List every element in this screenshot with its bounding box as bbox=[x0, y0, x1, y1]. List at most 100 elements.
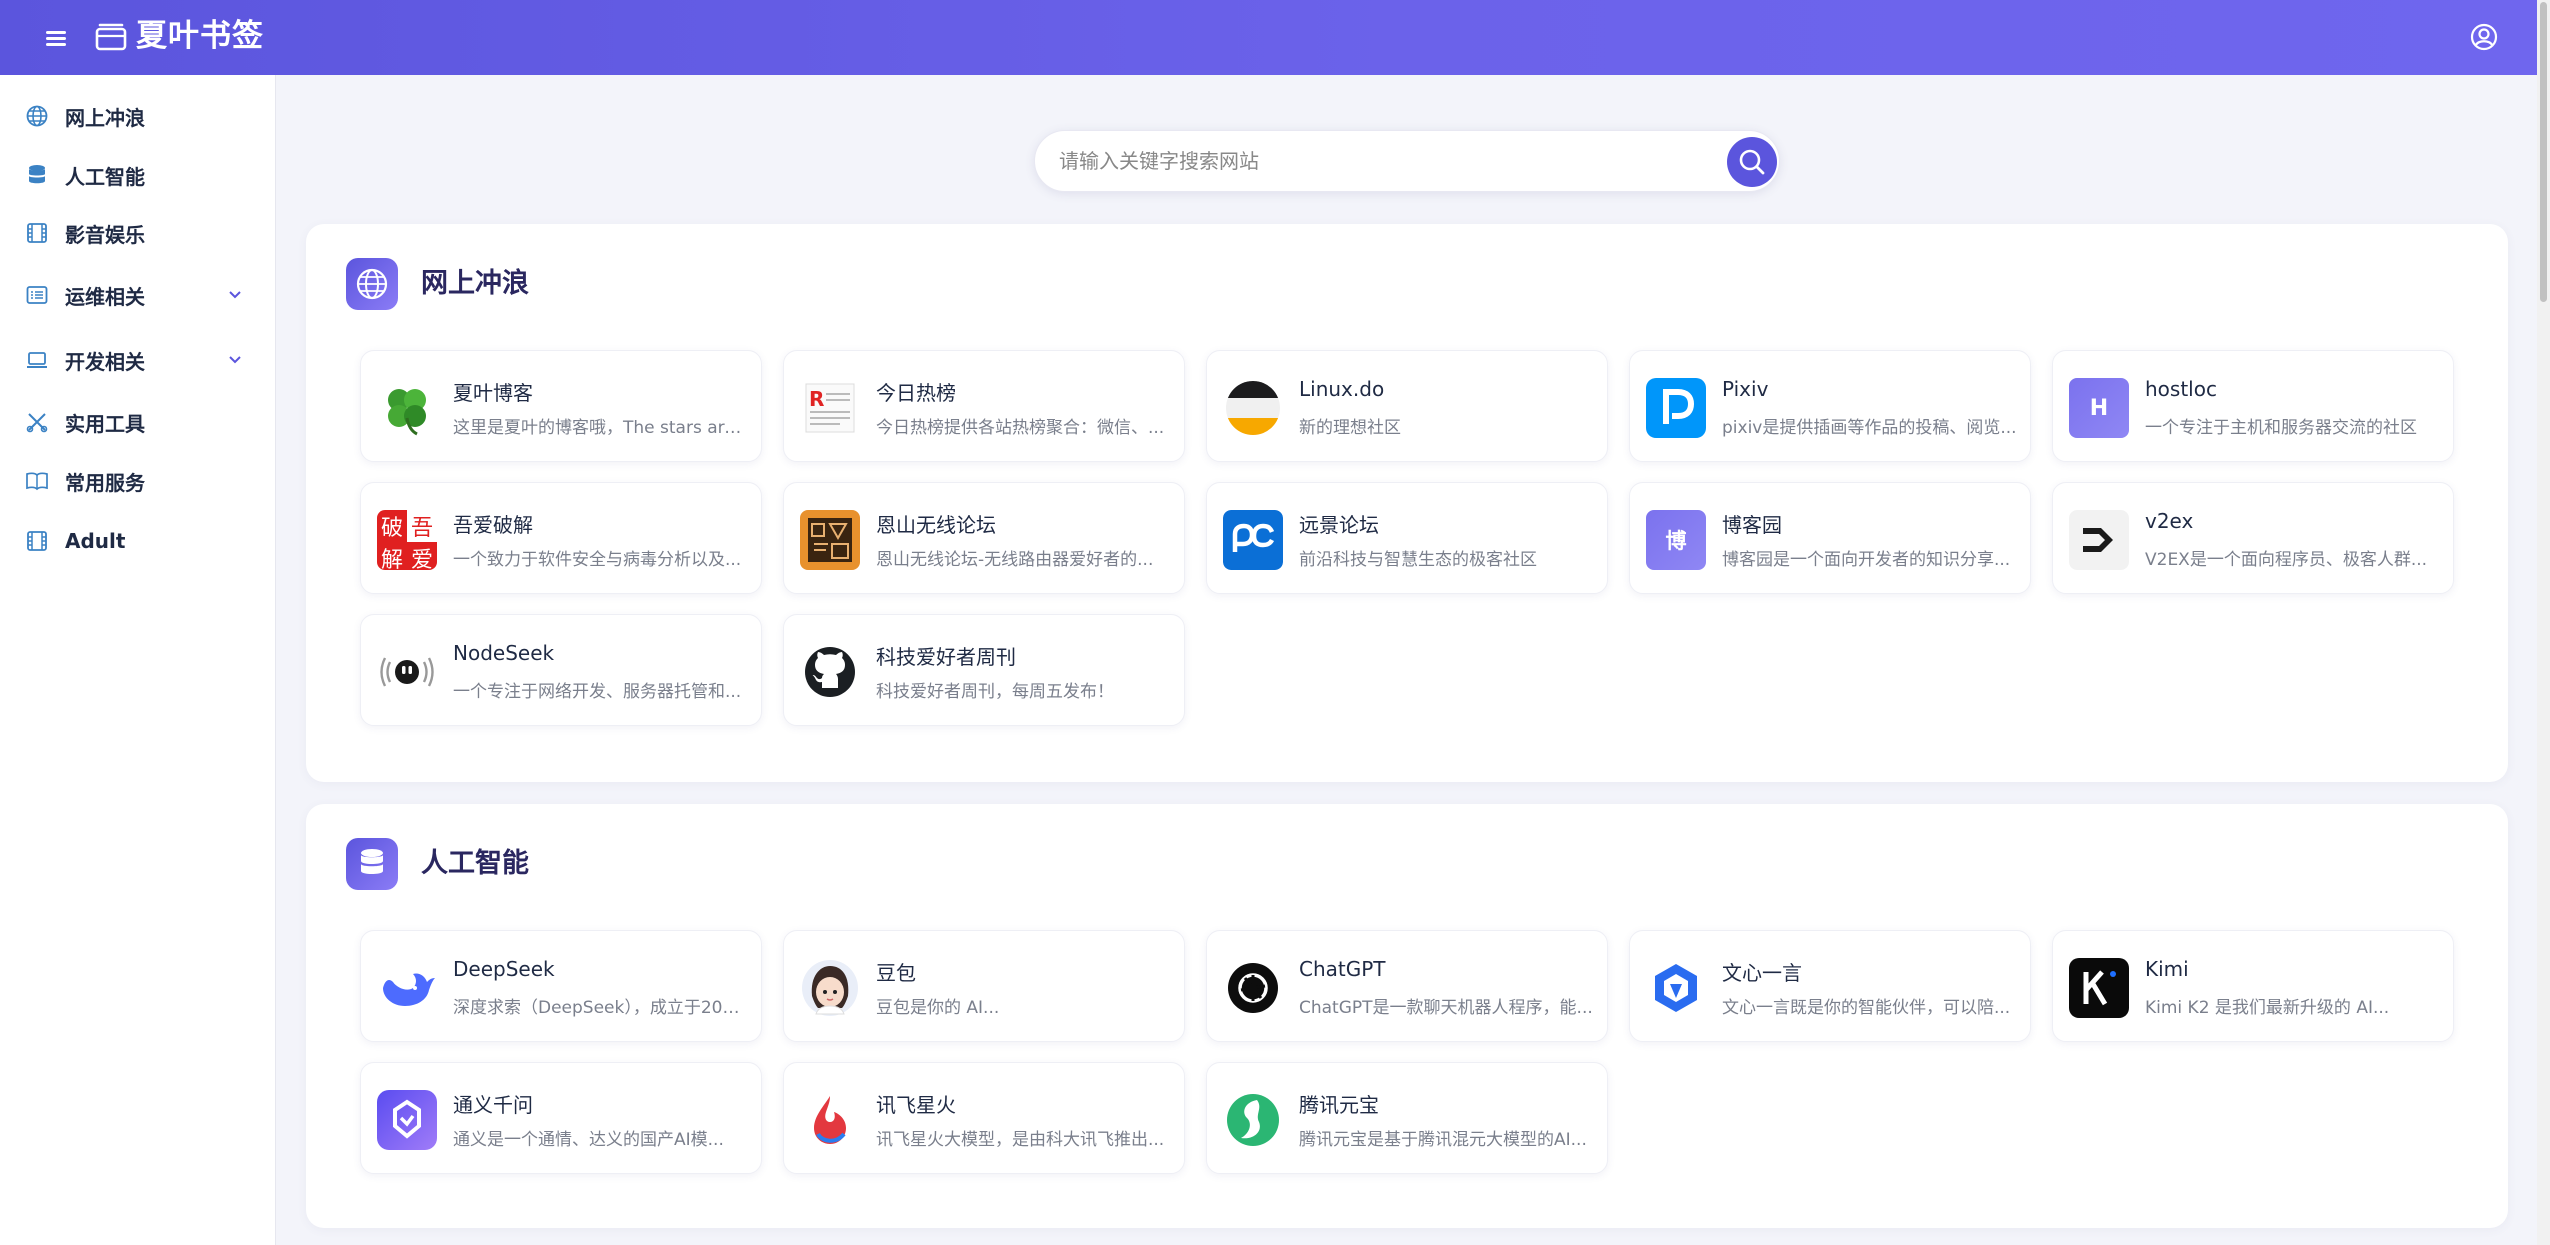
card-desc: 豆包是你的 AI... bbox=[876, 998, 1000, 1018]
bookmark-card[interactable]: ChatGPT ChatGPT是一款聊天机器人程序，能... bbox=[1206, 930, 1608, 1042]
laptop-icon bbox=[27, 352, 47, 368]
section-ai: 人工智能 DeepSeek 深度求索（DeepSeek），成立于202... 豆… bbox=[306, 804, 2508, 1228]
card-desc: 一个专注于主机和服务器交流的社区 bbox=[2145, 418, 2417, 438]
bookmark-card[interactable]: DeepSeek 深度求索（DeepSeek），成立于202... bbox=[360, 930, 762, 1042]
sidebar-item-surfing[interactable]: 网上冲浪 bbox=[0, 91, 276, 141]
card-title: hostloc bbox=[2145, 377, 2217, 401]
sidebar-item-label: 实用工具 bbox=[65, 411, 145, 436]
menu-toggle-icon[interactable] bbox=[42, 24, 70, 52]
bookmark-card[interactable]: 夏叶博客 这里是夏叶的博客哦，The stars are... bbox=[360, 350, 762, 462]
sidebar-item-media[interactable]: 影音娱乐 bbox=[0, 208, 276, 258]
bookmark-card[interactable]: Linux.do 新的理想社区 bbox=[1206, 350, 1608, 462]
pcbeta-logo bbox=[1223, 510, 1283, 570]
right-logo bbox=[800, 510, 860, 570]
card-title: v2ex bbox=[2145, 509, 2194, 533]
search-bar bbox=[1034, 130, 1780, 192]
bookmark-card[interactable]: 文心一言 文心一言既是你的智能伙伴，可以陪... bbox=[1629, 930, 2031, 1042]
chevron-down-icon[interactable] bbox=[224, 349, 246, 371]
bookmark-card[interactable]: 豆包 豆包是你的 AI... bbox=[783, 930, 1185, 1042]
nodeseek-logo bbox=[377, 642, 437, 702]
card-title: Pixiv bbox=[1722, 377, 1769, 401]
scrollbar-thumb[interactable] bbox=[2540, 2, 2547, 302]
bookmark-card[interactable]: 讯飞星火 讯飞星火大模型，是由科大讯飞推出... bbox=[783, 1062, 1185, 1174]
card-desc: pixiv是提供插画等作品的投稿、阅览... bbox=[1722, 418, 2017, 438]
card-title: 博客园 bbox=[1722, 513, 1782, 537]
bookmark-card[interactable]: Kimi Kimi K2 是我们最新升级的 AI... bbox=[2052, 930, 2454, 1042]
bookmark-card[interactable]: Pixiv pixiv是提供插画等作品的投稿、阅览... bbox=[1629, 350, 2031, 462]
card-desc: 恩山无线论坛-无线路由器爱好者的... bbox=[876, 550, 1154, 570]
sidebar-item-label: 开发相关 bbox=[65, 349, 145, 374]
bookmark-box-icon bbox=[95, 23, 127, 51]
sidebar-item-label: 影音娱乐 bbox=[65, 222, 145, 247]
database-icon bbox=[346, 838, 398, 890]
wenxin-logo bbox=[1646, 958, 1706, 1018]
sidebar-item-label: 常用服务 bbox=[65, 470, 145, 495]
card-desc: 今日热榜提供各站热榜聚合：微信、... bbox=[876, 418, 1165, 438]
card-desc: 一个致力于软件安全与病毒分析以及... bbox=[453, 550, 742, 570]
tools-icon bbox=[26, 413, 48, 433]
card-desc: Kimi K2 是我们最新升级的 AI... bbox=[2145, 998, 2390, 1018]
user-avatar-icon[interactable] bbox=[2469, 22, 2499, 52]
card-desc: 这里是夏叶的博客哦，The stars are... bbox=[453, 418, 749, 438]
sidebar-item-ops[interactable]: 运维相关 bbox=[0, 270, 276, 320]
card-title: 远景论坛 bbox=[1299, 513, 1379, 537]
card-title: ChatGPT bbox=[1299, 957, 1386, 981]
card-desc: 博客园是一个面向开发者的知识分享... bbox=[1722, 550, 2011, 570]
bookmark-card[interactable]: 通义千问 通义是一个通情、达义的国产AI模... bbox=[360, 1062, 762, 1174]
xinghuo-logo bbox=[800, 1090, 860, 1150]
sidebar-item-label: Adult bbox=[65, 529, 126, 553]
card-title: Linux.do bbox=[1299, 377, 1385, 401]
logo-letter: H bbox=[2089, 395, 2109, 421]
globe-icon bbox=[26, 105, 48, 127]
search-input[interactable] bbox=[1059, 141, 1699, 181]
bookmark-card[interactable]: 博 博客园 博客园是一个面向开发者的知识分享... bbox=[1629, 482, 2031, 594]
top-header: 夏叶书签 bbox=[0, 0, 2537, 75]
v2ex-logo bbox=[2069, 510, 2129, 570]
sidebar-item-ai[interactable]: 人工智能 bbox=[0, 150, 276, 200]
yuanbao-logo bbox=[1223, 1090, 1283, 1150]
sidebar-item-adult[interactable]: Adult bbox=[0, 516, 276, 566]
section-surfing: 网上冲浪 夏叶博客 这里是夏叶的博客哦，The stars are... R 今… bbox=[306, 224, 2508, 782]
bookmark-card[interactable]: 破 吾 解 爱 吾爱破解 一个致力于软件安全与病毒分析以及... bbox=[360, 482, 762, 594]
sidebar-item-tools[interactable]: 实用工具 bbox=[0, 397, 276, 447]
bookmark-card[interactable]: 远景论坛 前沿科技与智慧生态的极客社区 bbox=[1206, 482, 1608, 594]
logo-char: 爱 bbox=[407, 542, 437, 570]
bookmark-card[interactable]: H hostloc 一个专注于主机和服务器交流的社区 bbox=[2052, 350, 2454, 462]
logo-letter: 博 bbox=[1665, 529, 1687, 553]
database-icon bbox=[29, 165, 45, 184]
card-title: 通义千问 bbox=[453, 1093, 533, 1117]
sidebar-item-label: 运维相关 bbox=[65, 284, 145, 309]
card-desc: 一个专注于网络开发、服务器托管和... bbox=[453, 682, 742, 702]
card-title: 腾讯元宝 bbox=[1299, 1093, 1379, 1117]
card-title: 文心一言 bbox=[1722, 961, 1802, 985]
bookmark-card[interactable]: 腾讯元宝 腾讯元宝是基于腾讯混元大模型的AI... bbox=[1206, 1062, 1608, 1174]
bookmark-card[interactable]: v2ex V2EX是一个面向程序员、极客人群... bbox=[2052, 482, 2454, 594]
film-icon bbox=[27, 531, 47, 551]
bookmark-card[interactable]: R 今日热榜 今日热榜提供各站热榜聚合：微信、... bbox=[783, 350, 1185, 462]
kimi-logo bbox=[2069, 958, 2129, 1018]
search-icon bbox=[1739, 149, 1765, 175]
list-icon bbox=[26, 286, 48, 304]
search-button[interactable] bbox=[1727, 137, 1777, 187]
card-desc: 通义是一个通情、达义的国产AI模... bbox=[453, 1130, 724, 1150]
card-title: NodeSeek bbox=[453, 641, 555, 665]
sidebar-item-services[interactable]: 常用服务 bbox=[0, 456, 276, 506]
sidebar-item-dev[interactable]: 开发相关 bbox=[0, 335, 276, 385]
52pojie-logo: 破 吾 解 爱 bbox=[377, 510, 437, 570]
card-title: 讯飞星火 bbox=[876, 1093, 956, 1117]
logo-char: 破 bbox=[377, 510, 407, 542]
tongyi-logo bbox=[377, 1090, 437, 1150]
bookmark-card[interactable]: 科技爱好者周刊 科技爱好者周刊，每周五发布！ bbox=[783, 614, 1185, 726]
bookmark-card[interactable]: 恩山无线论坛 恩山无线论坛-无线路由器爱好者的... bbox=[783, 482, 1185, 594]
page-scrollbar[interactable] bbox=[2537, 0, 2550, 1245]
bookmark-card[interactable]: NodeSeek 一个专注于网络开发、服务器托管和... bbox=[360, 614, 762, 726]
globe-icon bbox=[346, 258, 398, 310]
github-logo bbox=[800, 642, 860, 702]
section-title: 人工智能 bbox=[421, 848, 529, 879]
card-desc: 文心一言既是你的智能伙伴，可以陪... bbox=[1722, 998, 2011, 1018]
card-title: Kimi bbox=[2145, 957, 2189, 981]
app-title[interactable]: 夏叶书签 bbox=[136, 14, 264, 58]
chevron-down-icon[interactable] bbox=[224, 284, 246, 306]
svg-text:R: R bbox=[809, 387, 824, 411]
card-title: 今日热榜 bbox=[876, 381, 956, 405]
